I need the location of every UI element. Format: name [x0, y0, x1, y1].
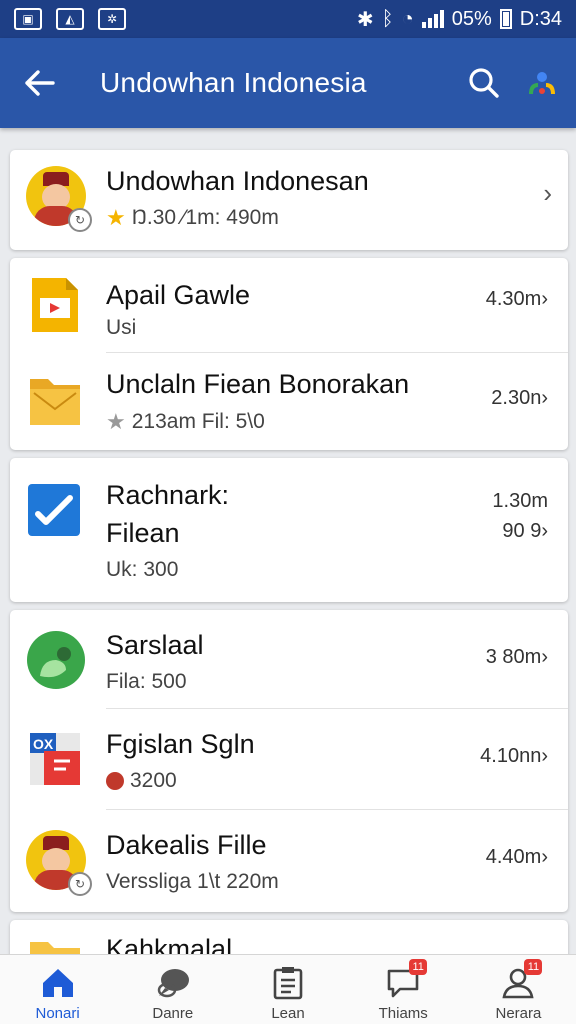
- nav-label: Nonari: [35, 1005, 80, 1022]
- item-title: Unclaln Fiean Bonorakan: [106, 369, 410, 399]
- app-bar: Undowhan Indonesia: [0, 38, 576, 128]
- sync-badge-icon: ↻: [68, 872, 92, 896]
- sync-badge-icon: ↻: [68, 208, 92, 232]
- list-item[interactable]: OX Fgislan Sgln 3200 4.10nn›: [10, 709, 568, 809]
- item-meta: 4.40m›: [485, 846, 548, 868]
- item-meta: 2.30n›: [491, 387, 548, 409]
- featured-subtitle-text: Ŋ.30 ⁄1m: 490m: [131, 206, 279, 229]
- chevron-right-icon[interactable]: ›: [543, 178, 552, 209]
- checkmark-app-icon: [26, 482, 86, 542]
- slides-icon: [26, 276, 86, 336]
- nfc-icon: ✱: [356, 8, 374, 31]
- star-icon: ★: [106, 409, 126, 434]
- back-arrow-icon[interactable]: [22, 65, 58, 101]
- office-doc-icon: OX: [26, 729, 86, 789]
- list-item[interactable]: Apail Gawle Usi 4.30m›: [10, 258, 568, 352]
- location-pin-icon: [106, 772, 124, 790]
- list-item[interactable]: Sarslaal Fila: 500 3 80m›: [10, 610, 568, 708]
- nav-home[interactable]: Nonari: [0, 955, 115, 1024]
- item-subtitle: Fila: 500: [106, 670, 187, 693]
- item-title-line2: Filean: [106, 518, 180, 548]
- item-title: Apail Gawle: [106, 280, 251, 310]
- notification-badge: 11: [524, 959, 543, 975]
- bottom-navigation: Nonari Danre Lean 11 Thiams 11 Nerara: [0, 954, 576, 1024]
- item-title: Dakealis Fille: [106, 830, 267, 860]
- item-subtitle: Usi: [106, 316, 137, 339]
- featured-subtitle: ★ Ŋ.30 ⁄1m: 490m: [106, 205, 279, 231]
- notification-badge: 11: [409, 959, 428, 975]
- item-subtitle: Verssliga 1\t 220m: [106, 870, 279, 893]
- person-icon: 11: [500, 959, 543, 1001]
- battery-icon: [499, 9, 512, 29]
- search-icon[interactable]: [464, 63, 504, 103]
- nav-chat[interactable]: Danre: [115, 955, 230, 1024]
- item-meta: 4.30m›: [485, 288, 548, 310]
- item-meta-line1: 1.30m: [492, 490, 548, 512]
- app-bar-title: Undowhan Indonesia: [100, 67, 367, 98]
- settings-notification-icon: ✲: [98, 8, 126, 30]
- wifi-icon: ◔: [401, 7, 414, 30]
- item-subtitle-text: 213am Fil: 5\0: [131, 410, 265, 433]
- item-meta-line2: 90 9›: [502, 520, 548, 542]
- nav-label: Danre: [152, 1005, 194, 1022]
- battery-percent: 05%: [451, 7, 492, 30]
- item-title: Fgislan Sgln: [106, 729, 255, 759]
- list-item[interactable]: ↻ Dakealis Fille Verssliga 1\t 220m 4.40…: [10, 810, 568, 912]
- account-switch-icon[interactable]: [522, 63, 562, 103]
- signal-icon: [421, 10, 444, 28]
- item-subtitle: 3200: [106, 769, 177, 793]
- nav-label: Nerara: [495, 1005, 542, 1022]
- home-icon: [40, 965, 76, 1001]
- nav-label: Lean: [271, 1005, 305, 1022]
- nav-profile[interactable]: 11 Nerara: [461, 955, 576, 1024]
- bluetooth-icon: ᛒ: [381, 7, 394, 30]
- svg-text:OX: OX: [33, 736, 54, 752]
- image-notification-icon: ▣: [14, 8, 42, 30]
- nav-label: Thiams: [378, 1005, 428, 1022]
- chat-bubble-icon: [26, 630, 86, 690]
- clock: D:34: [519, 7, 562, 30]
- file-group-3: Sarslaal Fila: 500 3 80m› OX Fgislan Sgl…: [10, 610, 568, 912]
- nav-messages[interactable]: 11 Thiams: [346, 955, 461, 1024]
- nav-clipboard[interactable]: Lean: [230, 955, 345, 1024]
- file-group-1: Apail Gawle Usi 4.30m› Unclaln Fiean Bon…: [10, 258, 568, 450]
- chat-icon: [155, 965, 191, 1001]
- message-icon: 11: [385, 959, 428, 1001]
- item-subtitle: Uk: 300: [106, 558, 179, 581]
- avatar: ↻: [26, 830, 92, 896]
- item-meta: 4.10nn›: [480, 745, 548, 767]
- list-item[interactable]: Rachnark: Filean Uk: 300 1.30m 90 9›: [10, 458, 568, 602]
- folder-mail-icon: [26, 371, 86, 431]
- item-title-line1: Rachnark:: [106, 480, 230, 510]
- item-title: Sarslaal: [106, 630, 204, 660]
- clipboard-icon: [270, 965, 306, 1001]
- list-item[interactable]: Unclaln Fiean Bonorakan ★ 213am Fil: 5\0…: [10, 353, 568, 449]
- item-subtitle: ★ 213am Fil: 5\0: [106, 409, 265, 435]
- avatar: ↻: [26, 166, 92, 232]
- item-subtitle-text: 3200: [130, 769, 177, 792]
- file-group-2: Rachnark: Filean Uk: 300 1.30m 90 9›: [10, 458, 568, 602]
- status-bar: ▣ ◭ ✲ ✱ ᛒ ◔ 05% D:34: [0, 0, 576, 38]
- featured-card[interactable]: ↻ Undowhan Indonesan ★ Ŋ.30 ⁄1m: 490m ›: [10, 150, 568, 250]
- app-notification-icon: ◭: [56, 8, 84, 30]
- featured-title: Undowhan Indonesan: [106, 166, 369, 196]
- item-meta: 3 80m›: [485, 646, 548, 668]
- star-icon: ★: [106, 205, 126, 230]
